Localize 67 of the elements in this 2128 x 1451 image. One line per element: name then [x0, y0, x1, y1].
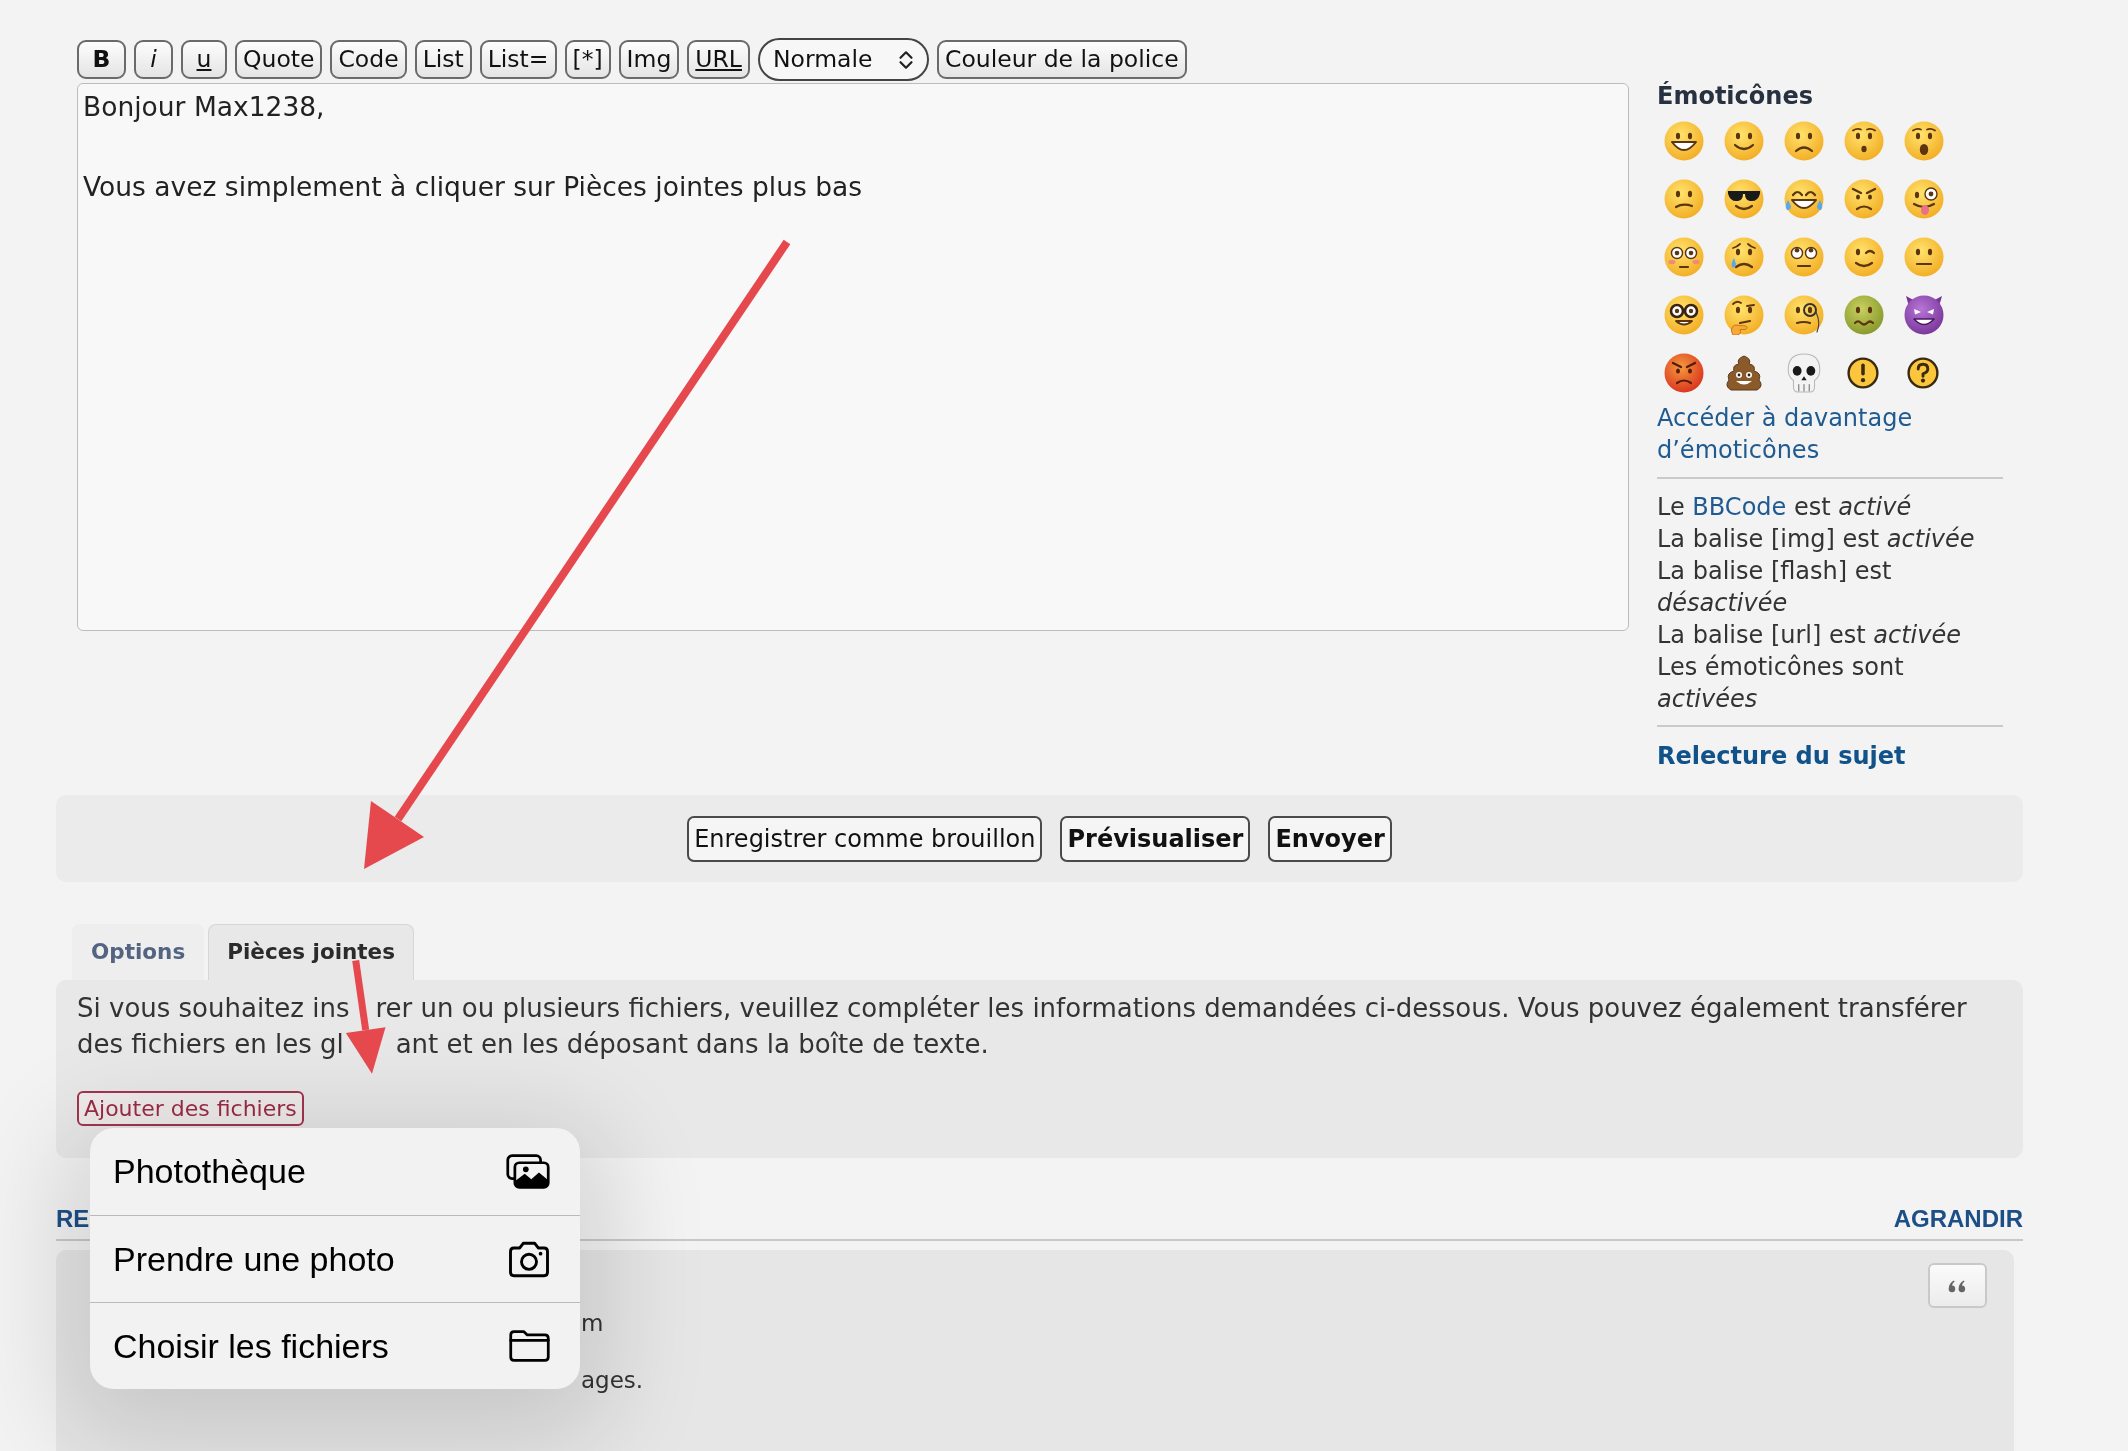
camera-icon [508, 1240, 550, 1278]
winking-tongue-face-icon[interactable] [1904, 179, 1944, 219]
smiling-face-icon[interactable] [1724, 121, 1764, 161]
format-button[interactable]: B [77, 40, 126, 79]
tab[interactable]: Options [72, 924, 205, 980]
format-button[interactable]: i [134, 40, 173, 79]
format-button[interactable]: u [181, 40, 227, 79]
attachment-help-text: rer un ou plusieurs fichiers, veuillez compléter les informations demandées ci-dessous. Vous pouvez également transférer [375, 992, 1967, 1025]
expand-link[interactable]: AGRANDIR [1893, 1205, 2023, 1233]
angry-face-icon[interactable] [1844, 179, 1884, 219]
devil-face-icon[interactable] [1904, 295, 1944, 335]
post-text: ages. [581, 1366, 644, 1395]
bbcode-link[interactable]: BBCode [1692, 493, 1787, 521]
confused-face-icon[interactable] [1664, 179, 1704, 219]
crying-face-icon[interactable] [1724, 237, 1764, 277]
monocle-face-icon[interactable] [1784, 295, 1824, 335]
tears-of-joy-face-icon[interactable] [1784, 179, 1824, 219]
format-button[interactable]: URL [687, 40, 750, 79]
post-text: m [581, 1309, 605, 1338]
form-button[interactable]: Enregistrer comme brouillon [687, 815, 1043, 862]
format-button[interactable]: Code [330, 40, 407, 79]
setting-status-text: Le BBCode est activé [1657, 492, 1913, 523]
pouting-face-icon[interactable] [1664, 353, 1704, 393]
hushed-face-icon[interactable] [1844, 121, 1884, 161]
more-emoticons-link[interactable]: Accéder à davantage d’émoticônes [1657, 402, 2003, 466]
topic-review-link[interactable]: Relecture du sujet [1657, 740, 1906, 772]
nerd-face-icon[interactable] [1664, 295, 1704, 335]
format-button[interactable]: Quote [235, 40, 323, 79]
format-button[interactable]: Img [618, 40, 680, 79]
setting-status-text: La balise [img] est activée [1657, 524, 1976, 555]
format-button[interactable]: [*] [564, 40, 611, 79]
attachment-help-text: Si vous souhaitez ins [77, 992, 350, 1025]
attachment-help-text: ant et en les déposant dans la boîte de texte. [395, 1028, 989, 1061]
emoticons-heading: Émoticônes [1657, 80, 1814, 112]
form-button[interactable]: Envoyer [1268, 815, 1392, 862]
poop-icon[interactable] [1724, 353, 1764, 393]
quote-button[interactable] [1928, 1263, 1987, 1308]
setting-status-text: La balise [url] est activée [1657, 620, 1962, 651]
folder-icon [509, 1330, 550, 1362]
frowning-face-icon[interactable] [1784, 121, 1824, 161]
menu-item[interactable]: Prendre une photo [90, 1215, 580, 1302]
font-size-select[interactable]: Normale [757, 38, 929, 81]
form-button[interactable]: Prévisualiser [1060, 815, 1251, 862]
flushed-face-icon[interactable] [1664, 237, 1704, 277]
menu-item[interactable]: Photothèque [90, 1128, 580, 1215]
eye-roll-face-icon[interactable] [1784, 237, 1824, 277]
format-button[interactable]: List [414, 40, 472, 79]
nauseated-face-icon[interactable] [1844, 295, 1884, 335]
attachment-help-text: des fichiers en les gl [77, 1028, 344, 1061]
message-field[interactable]: Bonjour Max1238, Vous avez simplement à cliquer sur Pièces jointes plus bas [77, 83, 1629, 631]
grinning-face-icon[interactable] [1664, 121, 1704, 161]
menu-item[interactable]: Choisir les fichiers [90, 1302, 580, 1389]
setting-status-text: Les émoticônes sont activées [1657, 652, 1905, 715]
winking-face-icon[interactable] [1844, 237, 1884, 277]
thinking-face-icon[interactable] [1724, 295, 1764, 335]
photo-stack-icon [506, 1154, 550, 1189]
sunglasses-face-icon[interactable] [1724, 179, 1764, 219]
add-files-button[interactable]: Ajouter des fichiers [77, 1091, 304, 1126]
section-heading: RE [56, 1205, 90, 1233]
question-icon[interactable] [1907, 357, 1939, 389]
neutral-face-icon[interactable] [1904, 237, 1944, 277]
exclamation-icon[interactable] [1847, 357, 1879, 389]
tab[interactable]: Pièces jointes [208, 924, 414, 980]
chevron-updown-icon [897, 48, 914, 71]
format-button[interactable]: List= [479, 40, 557, 79]
astonished-face-icon[interactable] [1904, 121, 1944, 161]
format-button[interactable]: Couleur de la police [936, 40, 1187, 79]
